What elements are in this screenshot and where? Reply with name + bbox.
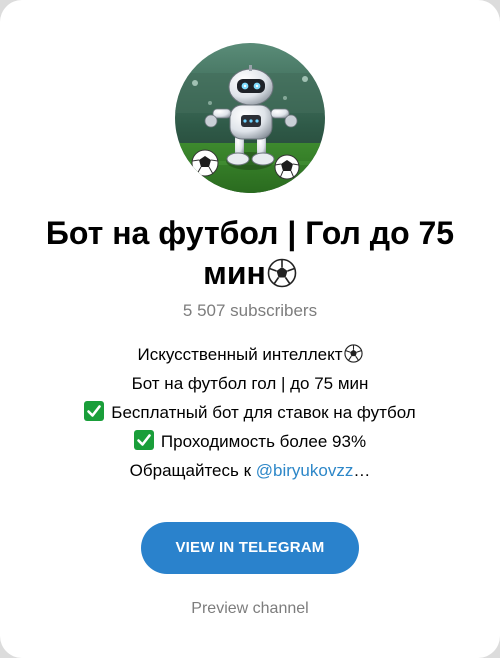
soccer-ball-icon [267, 258, 297, 288]
description-line-4-text: Проходимость более 93% [160, 432, 367, 451]
description-line-2: Бот на футбол гол | до 75 мин [131, 374, 369, 393]
description-line-4: Проходимость более 93% [20, 427, 480, 456]
description-line-3: Бесплатный бот для ставок на футбол [20, 398, 480, 427]
robot-footballer-icon [175, 43, 325, 193]
check-mark-button-icon [133, 430, 154, 450]
description-line-5-suffix: … [353, 461, 371, 480]
channel-title-text: Бот на футбол | Гол до 75 мин [45, 215, 455, 291]
view-in-telegram-button[interactable]: VIEW IN TELEGRAM [141, 522, 359, 574]
mention-link[interactable]: @biryukovzz [256, 461, 354, 480]
description-line-5-prefix: Обращайтесь к [129, 461, 256, 480]
preview-channel-link[interactable]: Preview channel [0, 598, 500, 620]
channel-description: Искусственный интеллект Бот на футбол го… [20, 340, 480, 485]
subscriber-count: 5 507 subscribers [182, 301, 318, 320]
channel-title: Бот на футбол | Гол до 75 мин [30, 213, 470, 293]
description-line-3-text: Бесплатный бот для ставок на футбол [111, 403, 416, 422]
description-line-5: Обращайтесь к @biryukovzz… [20, 456, 480, 485]
soccer-ball-icon [343, 344, 363, 363]
description-line-1-text: Искусственный интеллект [137, 345, 343, 364]
check-mark-button-icon [84, 401, 105, 421]
description-line-1: Искусственный интеллект [20, 340, 480, 369]
channel-avatar [175, 43, 325, 193]
channel-preview-card: Бот на футбол | Гол до 75 мин 5 507 subs… [0, 0, 500, 658]
